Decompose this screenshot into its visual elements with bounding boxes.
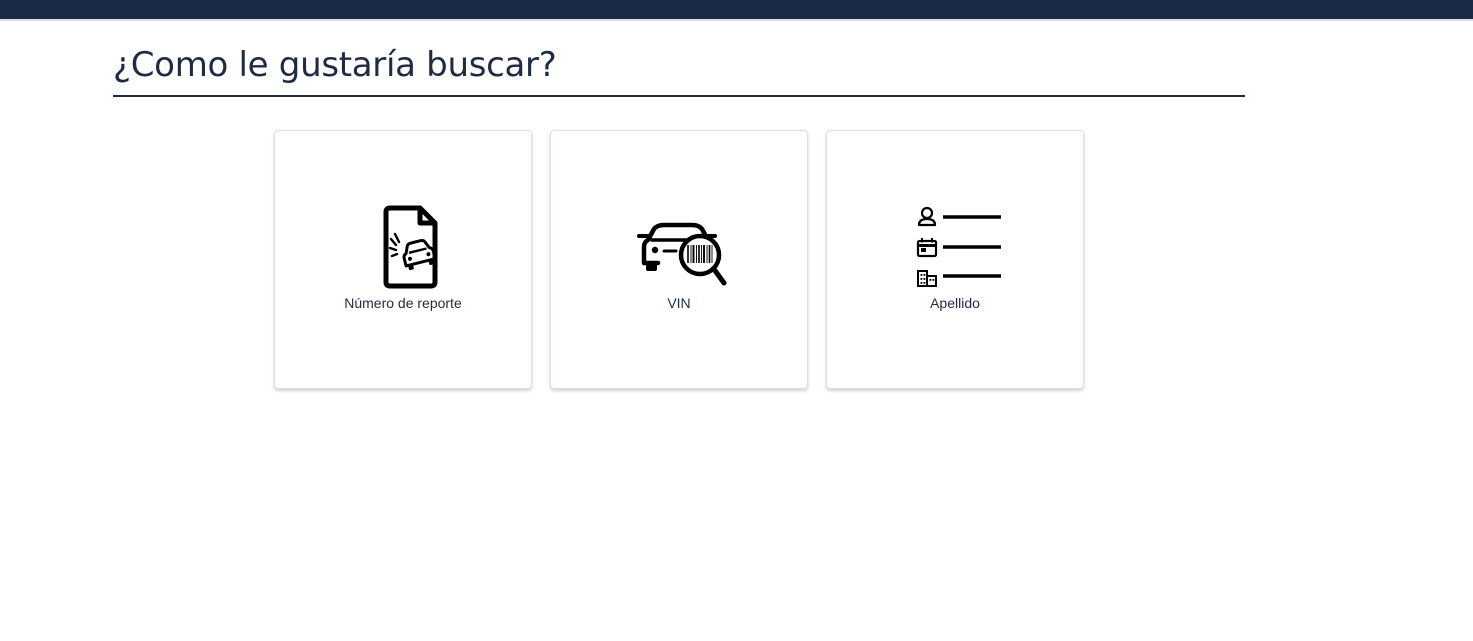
accident-report-document-icon [348,205,458,289]
person-details-list-icon [900,205,1010,289]
search-by-last-name-card[interactable]: Apellido [826,130,1084,389]
card-label: Número de reporte [344,295,462,311]
page-title: ¿Como le gustaría buscar? [113,45,557,85]
top-navigation-bar [0,0,1473,21]
car-barcode-search-icon [624,205,734,289]
card-label: Apellido [930,295,980,311]
title-divider [113,95,1245,97]
search-by-vin-card[interactable]: VIN [550,130,808,389]
card-label: VIN [667,295,691,311]
search-by-report-number-card[interactable]: Número de reporte [274,130,532,389]
